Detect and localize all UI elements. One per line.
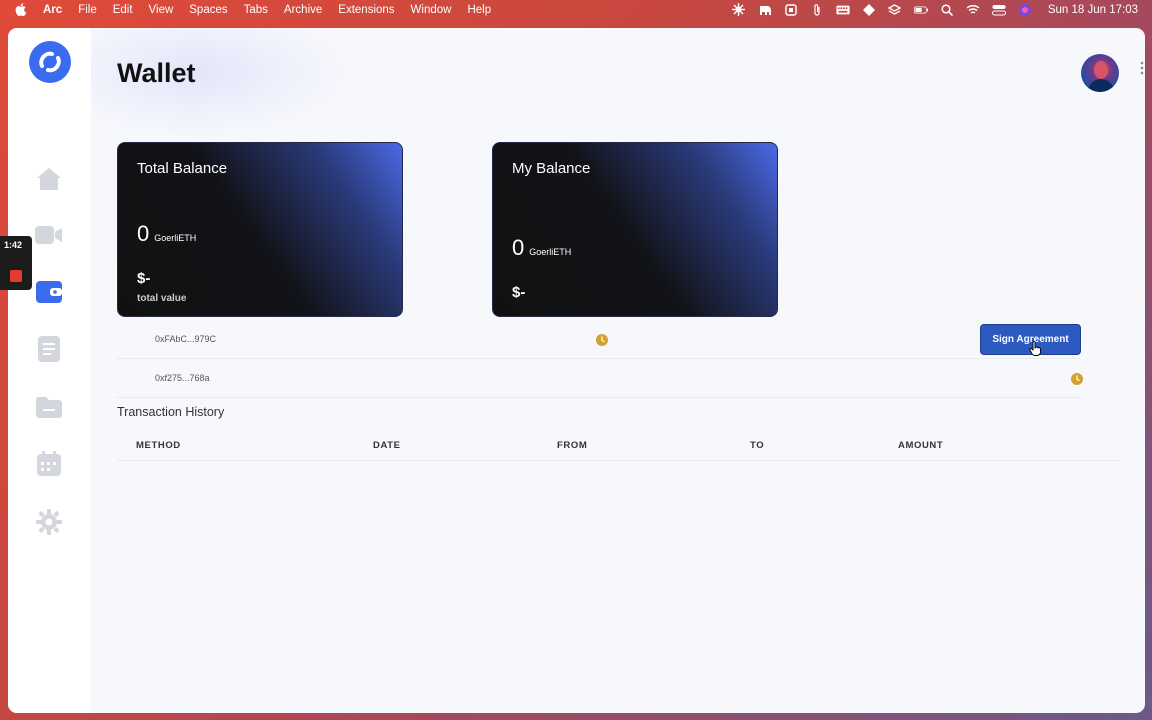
balance-unit: GoerliETH [154, 233, 197, 243]
apple-icon[interactable] [14, 3, 27, 16]
layers-icon[interactable] [888, 3, 902, 16]
total-balance-card: Total Balance 0 GoerliETH $- total value [117, 142, 403, 317]
hand-cursor-icon [1029, 341, 1041, 356]
menu-bar: Arc File Edit View Spaces Tabs Archive E… [0, 0, 1152, 19]
gear-burst-icon[interactable] [732, 3, 746, 16]
search-icon[interactable] [940, 3, 954, 16]
nav-home-icon[interactable] [34, 164, 64, 194]
menu-tabs[interactable]: Tabs [244, 4, 268, 16]
screenshot-icon[interactable] [784, 3, 798, 16]
transaction-history-title: Transaction History [117, 405, 225, 419]
address-text: 0xf275...768a [155, 373, 210, 383]
pending-clock-icon [1071, 373, 1083, 385]
column-to[interactable]: TO [750, 440, 764, 451]
address-row: 0xFAbC...979C [117, 321, 1081, 359]
address-row: 0xf275...768a [117, 360, 1083, 398]
fiat-value: $- [512, 284, 526, 301]
menu-help[interactable]: Help [467, 4, 491, 16]
elephant-icon[interactable] [758, 4, 772, 16]
card-title: Total Balance [137, 160, 228, 177]
my-balance-card: My Balance 0 GoerliETH $- [492, 142, 778, 317]
paperclip-icon[interactable] [810, 4, 824, 16]
battery-icon[interactable] [913, 4, 928, 16]
menu-extensions[interactable]: Extensions [338, 4, 394, 16]
column-amount[interactable]: AMOUNT [898, 440, 943, 451]
fiat-caption: total value [137, 293, 187, 304]
page-title: Wallet [117, 58, 196, 88]
main-content: Wallet Total Balance 0 GoerliETH $- tota… [91, 28, 1145, 713]
balance-amount: 0 GoerliETH [137, 221, 196, 247]
nav-calendar-icon[interactable] [34, 449, 64, 479]
nav-wallet-icon[interactable] [34, 277, 64, 307]
menu-app[interactable]: Arc [43, 4, 62, 16]
control-center-icon[interactable] [991, 4, 1006, 16]
balance-value: 0 [137, 221, 150, 246]
balance-unit: GoerliETH [529, 247, 572, 257]
sidebar [8, 28, 91, 713]
nav-document-icon[interactable] [34, 334, 64, 364]
nav-folder-icon[interactable] [34, 392, 64, 422]
balance-value: 0 [512, 235, 525, 260]
menu-view[interactable]: View [149, 4, 174, 16]
wifi-icon[interactable] [966, 4, 980, 16]
menubar-clock[interactable]: Sun 18 Jun 17:03 [1048, 4, 1138, 16]
menu-window[interactable]: Window [411, 4, 452, 16]
transaction-table-header: METHOD DATE FROM TO AMOUNT [117, 432, 1119, 461]
column-from[interactable]: FROM [557, 440, 587, 451]
status-tray: Sun 18 Jun 17:03 [732, 0, 1138, 19]
menu-file[interactable]: File [78, 4, 97, 16]
card-title: My Balance [512, 160, 591, 177]
stop-recording-icon[interactable] [10, 270, 22, 282]
nav-video-icon[interactable] [34, 220, 64, 250]
menu-spaces[interactable]: Spaces [189, 4, 227, 16]
balance-amount: 0 GoerliETH [512, 235, 571, 261]
column-method[interactable]: METHOD [136, 440, 181, 451]
pending-clock-icon [596, 334, 608, 346]
keyboard-icon[interactable] [836, 4, 850, 16]
menu-archive[interactable]: Archive [284, 4, 322, 16]
siri-icon[interactable] [1018, 4, 1032, 16]
diamond-icon[interactable] [862, 3, 876, 16]
avatar[interactable] [1081, 54, 1119, 92]
address-text: 0xFAbC...979C [155, 334, 217, 344]
menu-edit[interactable]: Edit [113, 4, 133, 16]
more-options-icon[interactable] [1140, 61, 1144, 75]
app-logo-icon[interactable] [28, 40, 72, 84]
screen-recorder-widget: 1:42 [0, 236, 32, 290]
nav-gear-icon[interactable] [34, 507, 64, 537]
app-window: Wallet Total Balance 0 GoerliETH $- tota… [8, 28, 1145, 713]
column-date[interactable]: DATE [373, 440, 401, 451]
recording-time: 1:42 [4, 240, 23, 250]
fiat-value: $- [137, 270, 151, 287]
